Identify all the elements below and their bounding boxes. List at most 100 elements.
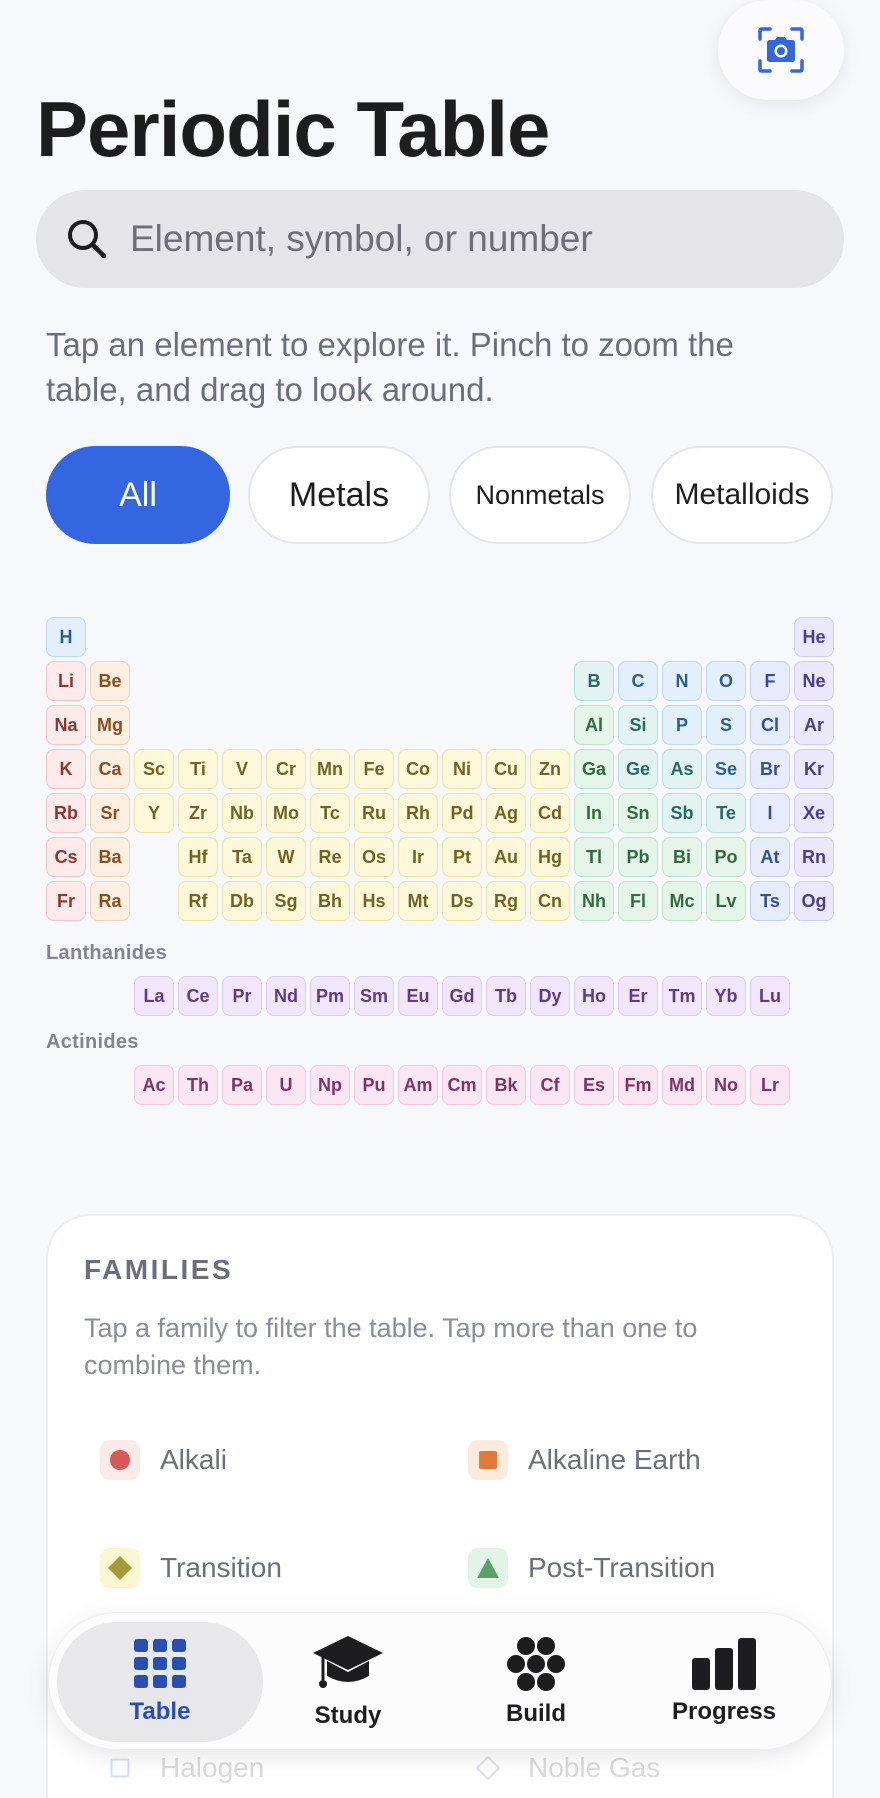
- element-h[interactable]: H: [46, 617, 86, 657]
- element-zn[interactable]: Zn: [530, 749, 570, 789]
- family-noble-gas[interactable]: Noble Gas: [468, 1746, 660, 1790]
- element-pu[interactable]: Pu: [354, 1065, 394, 1105]
- element-ni[interactable]: Ni: [442, 749, 482, 789]
- element-cr[interactable]: Cr: [266, 749, 306, 789]
- element-i[interactable]: I: [750, 793, 790, 833]
- element-ca[interactable]: Ca: [90, 749, 130, 789]
- element-cs[interactable]: Cs: [46, 837, 86, 877]
- element-db[interactable]: Db: [222, 881, 262, 921]
- element-al[interactable]: Al: [574, 705, 614, 745]
- element-tl[interactable]: Tl: [574, 837, 614, 877]
- element-ra[interactable]: Ra: [90, 881, 130, 921]
- element-tc[interactable]: Tc: [310, 793, 350, 833]
- element-og[interactable]: Og: [794, 881, 834, 921]
- element-nb[interactable]: Nb: [222, 793, 262, 833]
- element-bk[interactable]: Bk: [486, 1065, 526, 1105]
- element-lu[interactable]: Lu: [750, 976, 790, 1016]
- element-bi[interactable]: Bi: [662, 837, 702, 877]
- element-po[interactable]: Po: [706, 837, 746, 877]
- element-mg[interactable]: Mg: [90, 705, 130, 745]
- element-cd[interactable]: Cd: [530, 793, 570, 833]
- element-sb[interactable]: Sb: [662, 793, 702, 833]
- element-pb[interactable]: Pb: [618, 837, 658, 877]
- element-os[interactable]: Os: [354, 837, 394, 877]
- element-s[interactable]: S: [706, 705, 746, 745]
- element-ds[interactable]: Ds: [442, 881, 482, 921]
- element-au[interactable]: Au: [486, 837, 526, 877]
- element-fr[interactable]: Fr: [46, 881, 86, 921]
- search-bar[interactable]: [36, 190, 844, 288]
- element-f[interactable]: F: [750, 661, 790, 701]
- element-pd[interactable]: Pd: [442, 793, 482, 833]
- element-c[interactable]: C: [618, 661, 658, 701]
- element-pt[interactable]: Pt: [442, 837, 482, 877]
- element-es[interactable]: Es: [574, 1065, 614, 1105]
- element-fl[interactable]: Fl: [618, 881, 658, 921]
- element-li[interactable]: Li: [46, 661, 86, 701]
- element-n[interactable]: N: [662, 661, 702, 701]
- element-sn[interactable]: Sn: [618, 793, 658, 833]
- element-mc[interactable]: Mc: [662, 881, 702, 921]
- element-sm[interactable]: Sm: [354, 976, 394, 1016]
- element-pm[interactable]: Pm: [310, 976, 350, 1016]
- element-na[interactable]: Na: [46, 705, 86, 745]
- element-se[interactable]: Se: [706, 749, 746, 789]
- element-rb[interactable]: Rb: [46, 793, 86, 833]
- filter-all-chip[interactable]: All: [46, 446, 230, 544]
- element-rh[interactable]: Rh: [398, 793, 438, 833]
- element-la[interactable]: La: [134, 976, 174, 1016]
- element-am[interactable]: Am: [398, 1065, 438, 1105]
- element-in[interactable]: In: [574, 793, 614, 833]
- element-ta[interactable]: Ta: [222, 837, 262, 877]
- element-ce[interactable]: Ce: [178, 976, 218, 1016]
- camera-button[interactable]: [718, 0, 844, 100]
- element-w[interactable]: W: [266, 837, 306, 877]
- element-mo[interactable]: Mo: [266, 793, 306, 833]
- family-alkali[interactable]: Alkali: [100, 1438, 227, 1482]
- element-sg[interactable]: Sg: [266, 881, 306, 921]
- element-ru[interactable]: Ru: [354, 793, 394, 833]
- element-sc[interactable]: Sc: [134, 749, 174, 789]
- element-gd[interactable]: Gd: [442, 976, 482, 1016]
- element-b[interactable]: B: [574, 661, 614, 701]
- tab-progress[interactable]: Progress: [621, 1622, 827, 1742]
- element-si[interactable]: Si: [618, 705, 658, 745]
- element-fm[interactable]: Fm: [618, 1065, 658, 1105]
- element-eu[interactable]: Eu: [398, 976, 438, 1016]
- element-fe[interactable]: Fe: [354, 749, 394, 789]
- element-ac[interactable]: Ac: [134, 1065, 174, 1105]
- element-rg[interactable]: Rg: [486, 881, 526, 921]
- element-np[interactable]: Np: [310, 1065, 350, 1105]
- filter-nonmetals-chip[interactable]: Nonmetals: [449, 446, 631, 544]
- element-tm[interactable]: Tm: [662, 976, 702, 1016]
- tab-study[interactable]: Study: [245, 1622, 451, 1742]
- element-hs[interactable]: Hs: [354, 881, 394, 921]
- element-ts[interactable]: Ts: [750, 881, 790, 921]
- element-lv[interactable]: Lv: [706, 881, 746, 921]
- family-post-transition[interactable]: Post-Transition: [468, 1546, 715, 1590]
- element-hg[interactable]: Hg: [530, 837, 570, 877]
- family-transition[interactable]: Transition: [100, 1546, 282, 1590]
- element-mn[interactable]: Mn: [310, 749, 350, 789]
- element-p[interactable]: P: [662, 705, 702, 745]
- element-ne[interactable]: Ne: [794, 661, 834, 701]
- element-dy[interactable]: Dy: [530, 976, 570, 1016]
- element-be[interactable]: Be: [90, 661, 130, 701]
- element-sr[interactable]: Sr: [90, 793, 130, 833]
- element-nh[interactable]: Nh: [574, 881, 614, 921]
- element-kr[interactable]: Kr: [794, 749, 834, 789]
- element-k[interactable]: K: [46, 749, 86, 789]
- element-as[interactable]: As: [662, 749, 702, 789]
- family-alkaline-earth[interactable]: Alkaline Earth: [468, 1438, 701, 1482]
- element-he[interactable]: He: [794, 617, 834, 657]
- filter-metalloids-chip[interactable]: Metalloids: [651, 446, 833, 544]
- element-mt[interactable]: Mt: [398, 881, 438, 921]
- element-u[interactable]: U: [266, 1065, 306, 1105]
- element-yb[interactable]: Yb: [706, 976, 746, 1016]
- element-no[interactable]: No: [706, 1065, 746, 1105]
- element-md[interactable]: Md: [662, 1065, 702, 1105]
- element-at[interactable]: At: [750, 837, 790, 877]
- element-te[interactable]: Te: [706, 793, 746, 833]
- element-ge[interactable]: Ge: [618, 749, 658, 789]
- element-o[interactable]: O: [706, 661, 746, 701]
